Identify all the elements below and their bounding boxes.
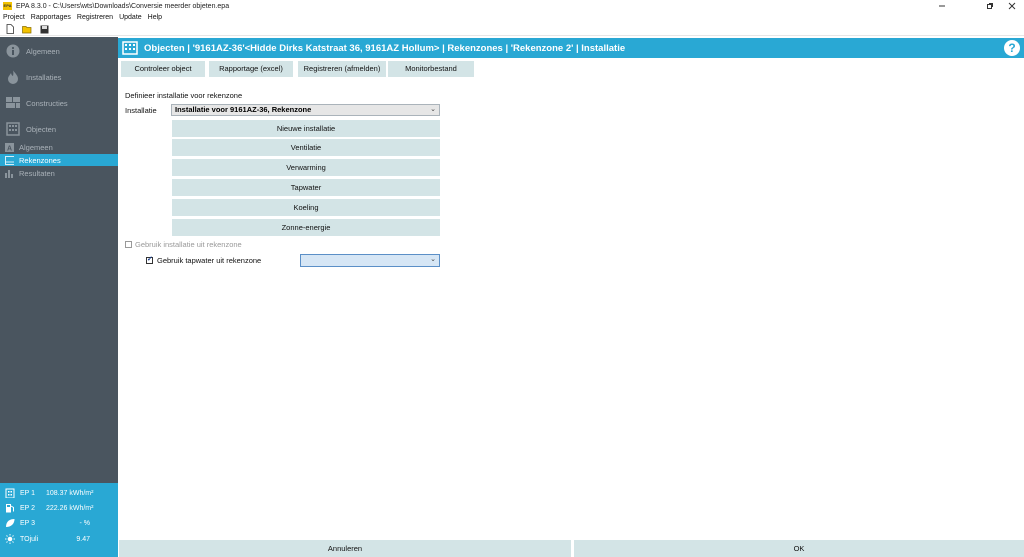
section-title: Definieer installatie voor rekenzone	[125, 91, 243, 100]
app-logo-icon: EPA	[3, 2, 12, 10]
fuel-icon	[5, 503, 15, 513]
leaf-icon	[5, 518, 15, 528]
ok-button[interactable]: OK	[574, 540, 1024, 557]
window-title: EPA 8.3.0 - C:\Users\wts\Downloads\Conve…	[16, 2, 230, 10]
restore-icon[interactable]	[978, 0, 1002, 12]
indicator-ep2: EP 2 222.26 kWh/m²	[0, 501, 118, 515]
menu-bar: Project Rapportages Registreren Update H…	[0, 12, 1024, 23]
sidebar-item-installaties[interactable]: Installaties	[0, 66, 118, 88]
gebruik-installatie-label: Gebruik installatie uit rekenzone	[135, 240, 242, 249]
koeling-button[interactable]: Koeling	[172, 199, 440, 216]
sidebar: Algemeen Installaties Constructies Objec…	[0, 37, 118, 557]
sidebar-item-label: Algemeen	[19, 142, 53, 152]
minimize-icon[interactable]	[930, 0, 954, 12]
monitorbestand-button[interactable]: Monitorbestand	[388, 61, 474, 77]
bricks-icon	[6, 96, 20, 110]
close-icon[interactable]	[1000, 0, 1024, 12]
indicator-value: 222.26 kWh/m²	[46, 504, 94, 512]
energy-indicators-panel: EP 1 108.37 kWh/m² EP 2 222.26 kWh/m² EP…	[0, 483, 118, 557]
sidebar-item-label: Installaties	[26, 72, 62, 82]
rapportage-excel-button[interactable]: Rapportage (excel)	[209, 61, 293, 77]
indicator-ep1: EP 1 108.37 kWh/m²	[0, 486, 118, 500]
indicator-name: EP 1	[20, 489, 36, 497]
indicator-value: - %	[79, 519, 91, 527]
open-folder-icon[interactable]	[21, 24, 33, 35]
menu-rapportages[interactable]: Rapportages	[31, 14, 71, 21]
zones-icon	[5, 155, 14, 165]
menu-project[interactable]: Project	[3, 14, 25, 21]
sidebar-item-label: Objecten	[26, 124, 57, 134]
toolbar	[0, 23, 1024, 36]
tapwater-button[interactable]: Tapwater	[172, 179, 440, 196]
new-file-icon[interactable]	[4, 24, 16, 35]
title-bar: EPA EPA 8.3.0 - C:\Users\wts\Downloads\C…	[0, 0, 1024, 12]
page-header: Objecten | '9161AZ-36'<Hidde Dirks Katst…	[118, 38, 1024, 58]
zonne-energie-button[interactable]: Zonne-energie	[172, 219, 440, 236]
sidebar-item-objecten[interactable]: Objecten	[0, 118, 118, 140]
chevron-down-icon: ⌄	[430, 106, 436, 113]
gebruik-installatie-checkbox[interactable]	[125, 241, 132, 248]
sidebar-subitem-rekenzones[interactable]: Rekenzones	[0, 154, 118, 166]
sun-icon	[5, 534, 15, 544]
sidebar-item-algemeen[interactable]: Algemeen	[0, 40, 118, 62]
building-icon	[5, 488, 15, 498]
indicator-name: TOjuli	[20, 535, 39, 543]
sidebar-item-constructies[interactable]: Constructies	[0, 92, 118, 114]
flame-icon	[6, 70, 20, 84]
controleer-object-button[interactable]: Controleer object	[121, 61, 205, 77]
menu-registreren[interactable]: Registreren	[77, 14, 113, 21]
sidebar-item-label: Rekenzones	[19, 155, 61, 165]
sidebar-subitem-algemeen[interactable]: A Algemeen	[0, 141, 118, 153]
installatie-select[interactable]: Installatie voor 9161AZ-36, Rekenzone ⌄	[171, 104, 440, 116]
sidebar-item-label: Constructies	[26, 98, 68, 108]
info-icon	[6, 44, 20, 58]
installatie-label: Installatie	[125, 106, 157, 115]
installatie-select-value: Installatie voor 9161AZ-36, Rekenzone	[175, 105, 312, 114]
nieuwe-installatie-button[interactable]: Nieuwe installatie	[172, 120, 440, 137]
indicator-ep3: EP 3 - %	[0, 516, 118, 530]
building-icon	[122, 41, 138, 55]
indicator-name: EP 2	[20, 504, 36, 512]
help-icon[interactable]: ?	[1004, 40, 1020, 56]
letter-a-icon: A	[5, 142, 14, 152]
cancel-button[interactable]: Annuleren	[119, 540, 571, 557]
indicator-value: 108.37 kWh/m²	[46, 489, 94, 497]
barchart-icon	[5, 169, 14, 178]
sidebar-subitem-resultaten[interactable]: Resultaten	[0, 167, 118, 179]
menu-help[interactable]: Help	[148, 14, 162, 21]
registreren-button[interactable]: Registreren (afmelden)	[298, 61, 386, 77]
ventilatie-button[interactable]: Ventilatie	[172, 139, 440, 156]
gebruik-tapwater-checkbox[interactable]	[146, 255, 153, 264]
indicator-value: 9.47	[76, 535, 90, 543]
page-title: Objecten | '9161AZ-36'<Hidde Dirks Katst…	[144, 42, 626, 54]
save-icon[interactable]	[38, 24, 50, 35]
menu-update[interactable]: Update	[119, 14, 142, 21]
building-icon	[6, 122, 20, 136]
sidebar-item-label: Algemeen	[26, 46, 60, 56]
svg-text:A: A	[7, 145, 12, 152]
verwarming-button[interactable]: Verwarming	[172, 159, 440, 176]
tapwater-rekenzone-select[interactable]: ⌄	[300, 254, 440, 267]
indicator-tojuli: TOjuli 9.47	[0, 532, 118, 546]
chevron-down-icon: ⌄	[430, 256, 436, 263]
gebruik-tapwater-label: Gebruik tapwater uit rekenzone	[157, 256, 262, 265]
sidebar-item-label: Resultaten	[19, 168, 55, 178]
indicator-name: EP 3	[20, 519, 36, 527]
